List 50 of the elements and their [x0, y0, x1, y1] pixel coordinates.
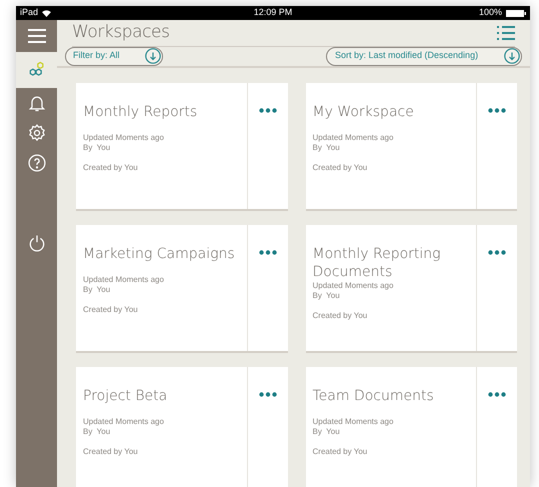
workspace-card[interactable]: Marketing Campaigns Updated Moments ago By You Created by You [76, 224, 288, 352]
creator-text: Created by You [83, 304, 139, 314]
list-view-icon[interactable] [497, 26, 515, 40]
workspace-card[interactable]: Team Documents Updated Moments ago By You Created by You [306, 366, 517, 487]
updated-text: Updated Moments ago [83, 274, 165, 284]
workspace-card[interactable]: Monthly Reporting Documents Updated Moments ago By You Created by You [306, 224, 517, 352]
updated-text: Updated Moments ago [83, 132, 165, 142]
page-title: Workspaces [72, 21, 170, 44]
author-text: By You [312, 142, 341, 152]
sort-dropdown[interactable]: Sort by: Last modified (Descending) [326, 46, 522, 66]
updated-text: Updated Moments ago [312, 416, 394, 426]
clock-time: 12:09 PM [254, 6, 292, 20]
menu-icon [28, 29, 46, 43]
author-text: By You [312, 426, 341, 436]
device-name: iPad [20, 6, 38, 20]
updated-text: Updated Moments ago [312, 280, 394, 290]
updated-text: Updated Moments ago [312, 132, 394, 142]
creator-text: Created by You [83, 446, 139, 456]
creator-text: Created by You [83, 162, 139, 172]
updated-text: Updated Moments ago [83, 416, 165, 426]
author-text: By You [83, 284, 112, 294]
more-icon [258, 250, 276, 255]
creator-text: Created by You [312, 162, 368, 172]
workspace-title: Marketing Campaigns [83, 244, 235, 262]
settings-icon [26, 123, 46, 143]
workspace-title: Project Beta [83, 386, 168, 404]
battery-percent: 100% [478, 6, 502, 20]
workspace-card[interactable]: Monthly Reports Updated Moments ago By You Created by You [76, 82, 288, 210]
more-icon [258, 108, 276, 113]
workspace-title: Monthly Reporting Documents [312, 244, 442, 280]
creator-text: Created by You [312, 446, 368, 456]
author-text: By You [312, 290, 341, 300]
battery-icon [506, 10, 526, 16]
sidebar-item[interactable] [16, 52, 57, 88]
author-text: By You [83, 142, 112, 152]
wifi-icon [42, 10, 52, 16]
more-icon [488, 108, 506, 113]
workspace-card[interactable]: Project Beta Updated Moments ago By You Created by You [76, 366, 288, 487]
more-icon [258, 392, 276, 397]
creator-text: Created by You [312, 310, 368, 320]
workspace-title: My Workspace [312, 102, 414, 120]
more-icon [488, 392, 506, 397]
power-icon [26, 233, 46, 253]
filter-dropdown[interactable]: Filter by: All [65, 46, 163, 66]
more-icon [488, 250, 506, 255]
workspace-card[interactable]: My Workspace Updated Moments ago By You Created by You [306, 82, 517, 210]
author-text: By You [83, 426, 112, 436]
workspace-title: Monthly Reports [83, 102, 198, 120]
workspace-title: Team Documents [312, 386, 434, 404]
help-icon [26, 153, 46, 173]
